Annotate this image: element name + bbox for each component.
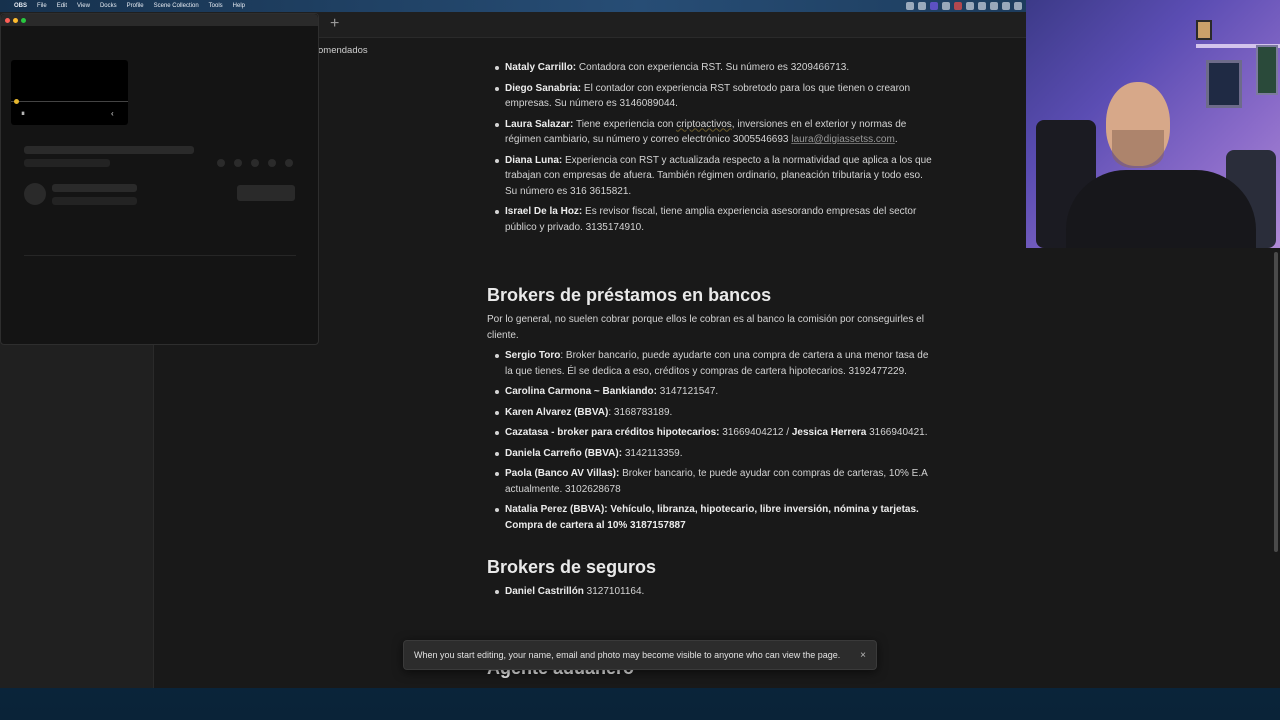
menu-docks[interactable]: Docks [100, 3, 117, 9]
list-item: Nataly Carrillo: Contadora con experienc… [495, 60, 937, 76]
progress-bar[interactable] [11, 101, 128, 102]
tray-icon[interactable] [978, 2, 986, 10]
zoom-window-icon[interactable] [21, 17, 26, 23]
menu-help[interactable]: Help [233, 3, 245, 9]
chevron-left-icon[interactable]: ‹ [111, 109, 114, 118]
email-link[interactable]: laura@digiassetss.com [791, 134, 895, 145]
skeleton-dot [217, 159, 225, 167]
list-item: Diego Sanabria: El contador con experien… [495, 81, 937, 112]
skeleton-line [24, 146, 194, 154]
skeleton-line [24, 159, 110, 167]
list-item: Cazatasa - broker para créditos hipoteca… [495, 425, 937, 441]
new-tab-button[interactable]: + [330, 15, 339, 33]
menu-view[interactable]: View [77, 3, 90, 9]
close-window-icon[interactable] [5, 17, 10, 23]
section-heading-brokers-seguros: Brokers de seguros [487, 557, 657, 577]
list-item: Israel De la Hoz: Es revisor fiscal, tie… [495, 204, 937, 235]
breadcrumb[interactable]: omendados [318, 45, 368, 56]
skeleton-line [52, 197, 137, 205]
list-item: Natalia Perez (BBVA): Vehículo, libranza… [495, 502, 937, 533]
section-heading-brokers-bancos: Brokers de préstamos en bancos [487, 285, 772, 305]
section-intro: Por lo general, no suelen cobrar porque … [487, 314, 924, 341]
list-item: Diana Luna: Experiencia con RST y actual… [495, 153, 937, 200]
tray-icon[interactable] [930, 2, 938, 10]
list-item: Daniela Carreño (BBVA): 3142113359. [495, 446, 937, 462]
list-item: Carolina Carmona ~ Bankiando: 3147121547… [495, 384, 937, 400]
tray-icon[interactable] [942, 2, 950, 10]
window-titlebar[interactable] [1, 14, 318, 26]
webcam-overlay [1026, 0, 1280, 248]
list-item: Daniel Castrillón 3127101164. [495, 584, 937, 600]
menu-app-obs[interactable]: OBS [14, 3, 27, 9]
scrollbar[interactable] [1274, 252, 1278, 552]
list-item: Sergio Toro: Broker bancario, puede ayud… [495, 348, 937, 379]
menu-file[interactable]: File [37, 3, 47, 9]
tray-icon[interactable] [906, 2, 914, 10]
skeleton-dot [234, 159, 242, 167]
tray-icon[interactable] [1014, 2, 1022, 10]
contadores-list: Nataly Carrillo: Contadora con experienc… [487, 60, 937, 235]
skeleton-button [237, 185, 295, 201]
picture-frame-graphic [1196, 20, 1212, 40]
list-item: Karen Alvarez (BBVA): 3168783189. [495, 405, 937, 421]
person-beard-graphic [1112, 130, 1164, 168]
skeleton-dot [251, 159, 259, 167]
menu-tools[interactable]: Tools [209, 3, 223, 9]
person-body-graphic [1066, 170, 1256, 248]
minimize-window-icon[interactable] [13, 17, 18, 23]
page-content: Nataly Carrillo: Contadora con experienc… [487, 60, 937, 605]
divider [24, 255, 296, 256]
toast-message: When you start editing, your name, email… [414, 650, 841, 660]
editing-notice-toast: When you start editing, your name, email… [403, 640, 877, 670]
obs-floating-window[interactable]: ⏸ ‹ [0, 13, 319, 345]
picture-frame-graphic [1206, 60, 1242, 108]
menu-profile[interactable]: Profile [127, 3, 144, 9]
brokers-seguros-list: Daniel Castrillón 3127101164. [487, 584, 937, 600]
skeleton-line [52, 184, 137, 192]
tray-icon[interactable] [918, 2, 926, 10]
skeleton-dot [268, 159, 276, 167]
progress-handle[interactable] [14, 99, 19, 104]
status-tray [906, 2, 1022, 10]
menu-edit[interactable]: Edit [57, 3, 67, 9]
tray-icon[interactable] [954, 2, 962, 10]
close-icon[interactable]: × [860, 650, 866, 661]
brokers-bancos-list: Sergio Toro: Broker bancario, puede ayud… [487, 348, 937, 533]
tray-icon[interactable] [1002, 2, 1010, 10]
picture-frame-graphic [1256, 45, 1278, 95]
tray-icon[interactable] [966, 2, 974, 10]
spellcheck-word: criptoactivos [676, 118, 732, 130]
pause-icon[interactable]: ⏸ [21, 109, 25, 119]
list-item: Laura Salazar: Tiene experiencia con cri… [495, 117, 937, 148]
list-item: Paola (Banco AV Villas): Broker bancario… [495, 466, 937, 497]
skeleton-dot [285, 159, 293, 167]
menu-scene-collection[interactable]: Scene Collection [154, 3, 199, 9]
tray-icon[interactable] [990, 2, 998, 10]
skeleton-avatar [24, 183, 46, 205]
